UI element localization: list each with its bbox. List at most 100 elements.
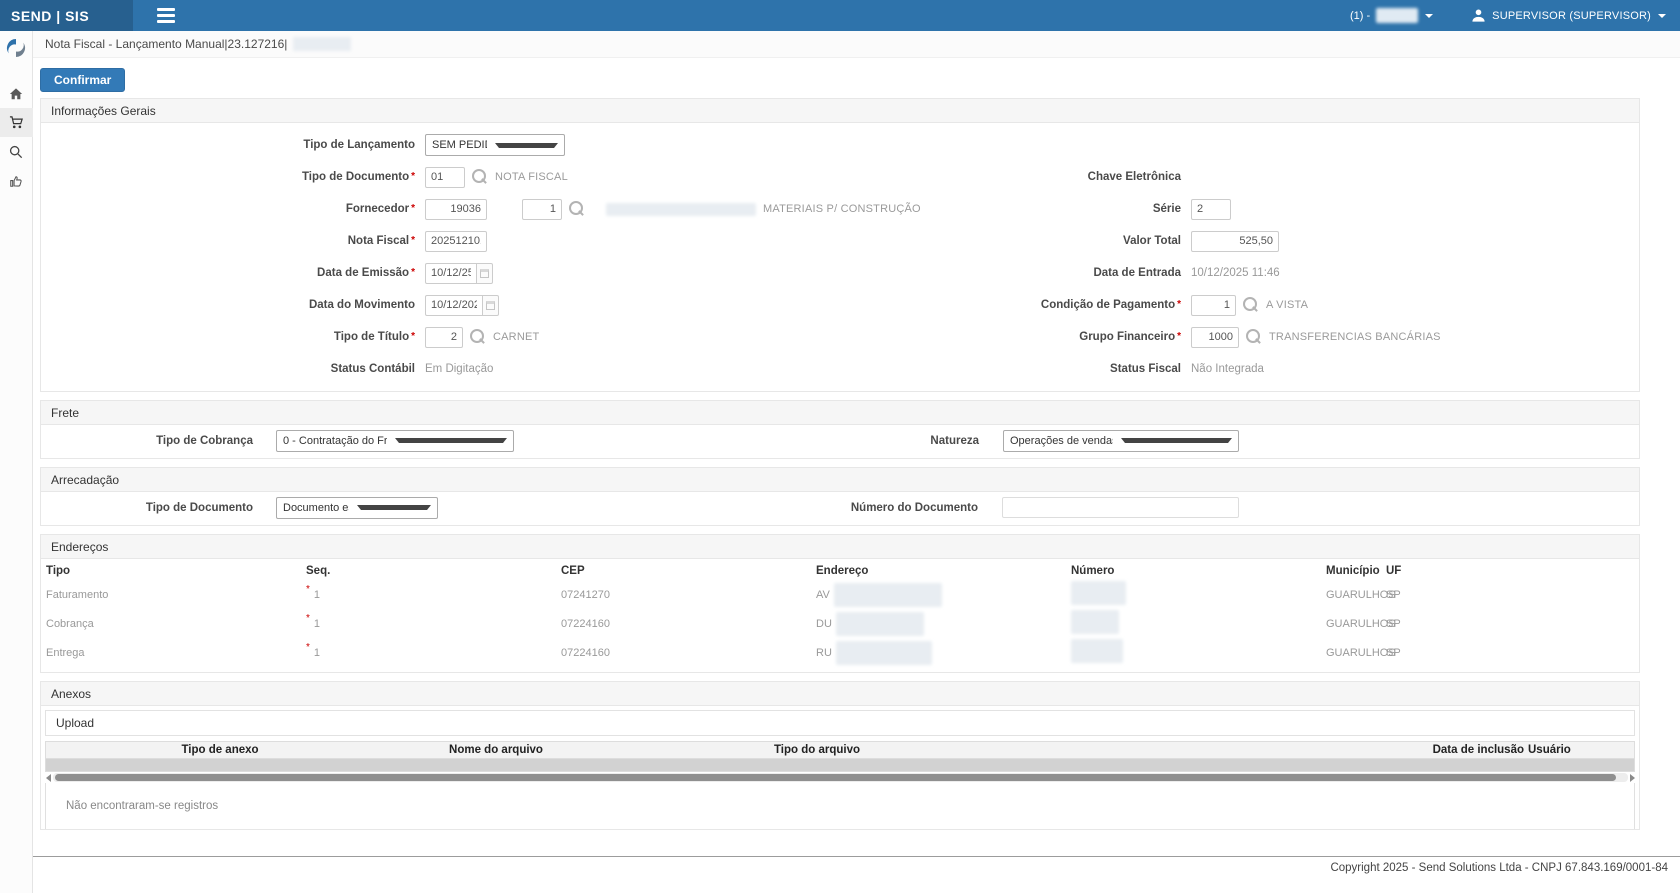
panel-enderecos: Endereços Tipo Seq. CEP Endereço Número … — [40, 534, 1640, 673]
section-title-informacoes-gerais: Informações Gerais — [41, 99, 1639, 123]
section-title-enderecos: Endereços — [41, 535, 1639, 559]
search-icon[interactable] — [1243, 297, 1259, 313]
search-icon[interactable] — [569, 201, 585, 217]
label-tipo-cobranca: Tipo de Cobrança — [41, 435, 253, 447]
tipo-cobranca-select[interactable]: 0 - Contratação do Frete por conta do Re… — [276, 430, 514, 452]
scroll-right-arrow-icon[interactable] — [1630, 774, 1635, 782]
endereco-seq: 1 — [314, 618, 320, 630]
context-prefix: (1) - — [1350, 10, 1370, 22]
fornecedor-seq-input[interactable] — [522, 199, 562, 220]
topbar: SEND | SIS (1) - SUPERVISOR (SUPERVISOR) — [0, 0, 1680, 31]
redacted-endereco — [836, 641, 932, 665]
endereco-municipio: GUARULHOS — [1326, 647, 1386, 659]
tipo-titulo-description: CARNET — [493, 331, 539, 343]
data-movimento-input[interactable] — [425, 295, 483, 316]
calendar-icon[interactable] — [476, 263, 493, 284]
label-serie: Série — [1015, 203, 1181, 215]
chevron-down-icon — [1658, 14, 1666, 18]
sidebar-item-cart[interactable] — [0, 108, 33, 137]
tipo-lancamento-select[interactable]: SEM PEDIDO DE COMPRA — [425, 134, 565, 156]
endereco-prefix: AV — [816, 589, 830, 601]
serie-input[interactable] — [1191, 199, 1231, 220]
label-valor-total: Valor Total — [1015, 235, 1181, 247]
tipo-documento-input[interactable] — [425, 167, 465, 188]
table-row[interactable]: Faturamento *1 07241270 AV GUARULHOS SP — [41, 580, 1639, 609]
status-fiscal-value: Não Integrada — [1191, 363, 1264, 375]
label-fornecedor: Fornecedor — [41, 203, 415, 215]
required-marker: * — [306, 613, 310, 624]
endereco-seq: 1 — [314, 647, 320, 659]
label-natureza: Natureza — [930, 435, 979, 447]
redacted-fornecedor-name — [606, 203, 756, 216]
user-menu[interactable]: SUPERVISOR (SUPERVISOR) — [1471, 8, 1666, 23]
label-condicao-pagamento: Condição de Pagamento — [1015, 299, 1181, 311]
redacted-title-segment — [293, 37, 351, 51]
label-arrecadacao-tipo-documento: Tipo de Documento — [41, 502, 253, 514]
fornecedor-code-input[interactable] — [425, 199, 487, 220]
anexos-table-header: Tipo de anexo Nome do arquivo Tipo do ar… — [45, 741, 1635, 759]
endereco-cep: 07224160 — [561, 618, 816, 630]
data-emissao-input[interactable] — [425, 263, 477, 284]
condicao-pagamento-input[interactable] — [1191, 295, 1236, 316]
table-row[interactable]: Entrega *1 07224160 RU GUARULHOS SP — [41, 638, 1639, 667]
label-tipo-lancamento: Tipo de Lançamento — [41, 139, 415, 151]
fornecedor-description: MATERIAIS P/ CONSTRUÇÃO — [763, 203, 921, 215]
label-grupo-financeiro: Grupo Financeiro — [1015, 331, 1181, 343]
section-title-frete: Frete — [41, 401, 1639, 425]
label-data-emissao: Data de Emissão — [41, 267, 415, 279]
sidebar-item-approvals[interactable] — [0, 166, 33, 195]
calendar-icon[interactable] — [482, 295, 499, 316]
search-icon — [9, 145, 23, 159]
panel-arrecadacao: Arrecadação Tipo de Documento Documento … — [40, 467, 1640, 526]
sidebar-item-search[interactable] — [0, 137, 33, 166]
search-icon[interactable] — [1246, 329, 1262, 345]
search-icon[interactable] — [472, 169, 488, 185]
natureza-select[interactable]: Operações de vendas, com ônus suportado … — [1003, 430, 1239, 452]
user-name: SUPERVISOR (SUPERVISOR) — [1492, 10, 1651, 22]
grupo-financeiro-input[interactable] — [1191, 327, 1239, 348]
endereco-cep: 07224160 — [561, 647, 816, 659]
confirm-button[interactable]: Confirmar — [40, 68, 125, 92]
redacted-endereco — [836, 612, 924, 636]
company-logo — [6, 38, 26, 63]
upload-section-toggle[interactable]: Upload — [45, 710, 1635, 736]
label-chave-eletronica: Chave Eletrônica — [1015, 171, 1181, 183]
chevron-down-icon[interactable] — [1425, 14, 1433, 18]
chevron-down-icon — [495, 143, 558, 148]
chevron-down-icon — [1121, 438, 1232, 443]
redacted-numero — [1071, 639, 1123, 663]
label-tipo-titulo: Tipo de Título — [41, 331, 415, 343]
endereco-municipio: GUARULHOS — [1326, 589, 1386, 601]
chevron-down-icon — [357, 505, 431, 510]
sidebar-item-home[interactable] — [0, 79, 33, 108]
endereco-cep: 07241270 — [561, 589, 816, 601]
content: Confirmar Informações Gerais Tipo de Lan… — [33, 58, 1680, 830]
numero-documento-input[interactable] — [1002, 497, 1239, 518]
sidebar — [0, 31, 33, 893]
redacted-numero — [1071, 581, 1126, 605]
valor-total-input[interactable] — [1191, 231, 1279, 252]
home-icon — [9, 87, 23, 101]
general-form: Tipo de Lançamento SEM PEDIDO DE COMPRA … — [41, 123, 1639, 391]
tipo-documento-description: NOTA FISCAL — [495, 171, 568, 183]
tipo-titulo-input[interactable] — [425, 327, 463, 348]
arrecadacao-tipo-documento-select[interactable]: Documento estadual de arrecadação — [276, 497, 438, 519]
chevron-down-icon — [395, 438, 507, 443]
redacted-context-value — [1376, 8, 1418, 23]
panel-anexos: Anexos Upload Tipo de anexo Nome do arqu… — [40, 681, 1640, 830]
label-tipo-documento: Tipo de Documento — [41, 171, 415, 183]
anexos-empty-area: Não encontraram-se registros — [45, 783, 1635, 829]
scrollbar-track[interactable] — [53, 773, 1628, 782]
endereco-tipo: Entrega — [41, 647, 306, 659]
scrollbar-thumb[interactable] — [55, 774, 1616, 781]
nota-fiscal-input[interactable] — [425, 231, 487, 252]
section-title-arrecadacao: Arrecadação — [41, 468, 1639, 492]
search-icon[interactable] — [470, 329, 486, 345]
anexos-table: Tipo de anexo Nome do arquivo Tipo do ar… — [45, 741, 1635, 783]
endereco-tipo: Cobrança — [41, 618, 306, 630]
scroll-left-arrow-icon[interactable] — [46, 774, 51, 782]
menu-icon[interactable] — [157, 8, 175, 23]
main-area: Nota Fiscal - Lançamento Manual|23.12721… — [33, 0, 1680, 874]
table-row[interactable]: Cobrança *1 07224160 DU GUARULHOS SP — [41, 609, 1639, 638]
endereco-uf: SP — [1386, 589, 1639, 601]
